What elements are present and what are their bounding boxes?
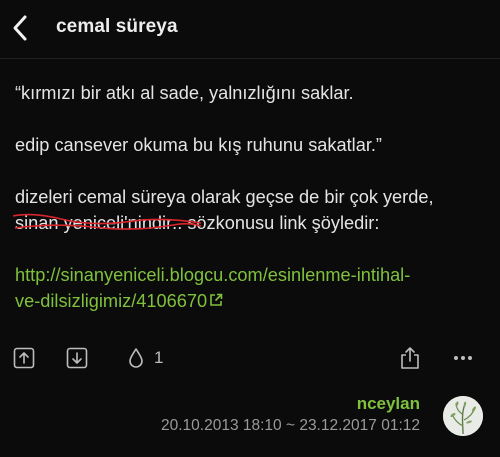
entry-link[interactable]: http://sinanyeniceli.blogcu.com/esinlenm… xyxy=(15,262,485,314)
more-icon xyxy=(454,356,472,360)
avatar[interactable] xyxy=(443,396,483,436)
top-bar: cemal süreya xyxy=(0,0,500,59)
avatar-plant-icon xyxy=(443,396,483,436)
more-button[interactable] xyxy=(451,340,475,376)
back-button[interactable] xyxy=(4,8,36,48)
downvote-icon xyxy=(66,347,88,369)
drop-icon xyxy=(129,348,143,368)
entry-line: sinan yeniceli'nindir.. sözkonusu link ş… xyxy=(13,210,485,236)
chevron-left-icon xyxy=(13,15,27,41)
external-link-icon xyxy=(210,293,223,306)
entry-content: “kırmızı bir atkı al sade, yalnızlığını … xyxy=(13,80,485,314)
struck-text-label: sinan yeniceli'nindir xyxy=(15,213,173,233)
upvote-button[interactable] xyxy=(12,340,36,376)
struck-text: sinan yeniceli'nindir xyxy=(13,210,202,236)
share-icon xyxy=(401,347,419,369)
link-line[interactable]: ve-dilsizligimiz/4106670 xyxy=(15,291,207,311)
entry-line: dizeleri cemal süreya olarak geçse de bi… xyxy=(15,187,434,207)
page-title[interactable]: cemal süreya xyxy=(56,16,178,38)
entry-line: “kırmızı bir atkı al sade, yalnızlığını … xyxy=(15,83,354,103)
upvote-icon xyxy=(13,347,35,369)
author-name[interactable]: nceylan xyxy=(357,394,420,414)
share-button[interactable] xyxy=(398,340,422,376)
entry-actions: 1 xyxy=(0,340,500,376)
favorite-count: 1 xyxy=(154,348,164,367)
entry-line: edip cansever okuma bu kış ruhunu sakatl… xyxy=(15,135,382,155)
entry-text-rest: .. sözkonusu link şöyledir: xyxy=(172,213,380,233)
downvote-button[interactable] xyxy=(65,340,89,376)
entry-dates[interactable]: 20.10.2013 18:10 ~ 23.12.2017 01:12 xyxy=(161,417,420,435)
favorite-button[interactable]: 1 xyxy=(128,340,178,376)
link-line[interactable]: http://sinanyeniceli.blogcu.com/esinlenm… xyxy=(15,265,410,285)
